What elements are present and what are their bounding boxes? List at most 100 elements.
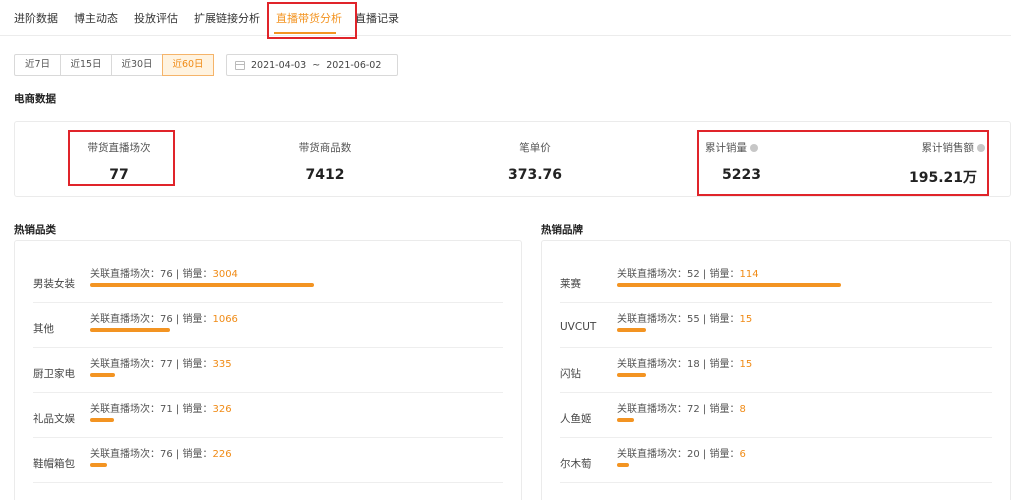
sales-value: 1066	[212, 314, 238, 325]
stat-product-count: 带货商品数 7412	[285, 140, 365, 183]
sales-label: | 销量：	[172, 359, 213, 370]
row-meta: 关联直播场次：77 | 销量：335	[90, 355, 232, 370]
row-name: 莱赛	[560, 278, 581, 290]
sales-label: | 销量：	[699, 449, 740, 460]
hot-categories-title: 热销品类	[14, 224, 56, 236]
row-name: UVCUT	[560, 321, 597, 333]
sessions-label: 关联直播场次：	[90, 314, 160, 325]
highlight-box-sales	[697, 130, 989, 196]
stat-value: 373.76	[507, 167, 563, 183]
sales-label: | 销量：	[172, 269, 213, 280]
brand-row: 莱赛 关联直播场次：52 | 销量：114	[560, 258, 992, 303]
sessions-label: 关联直播场次：	[90, 269, 160, 280]
tab-link-analysis[interactable]: 扩展链接分析	[194, 10, 260, 26]
hot-categories-panel: 男装女装 关联直播场次：76 | 销量：3004 其他 关联直播场次：76 | 销量：…	[14, 240, 522, 500]
date-separator: ~	[312, 59, 321, 71]
brand-row: 尔木萄 关联直播场次：20 | 销量：6	[560, 438, 992, 483]
range-15-days-button[interactable]: 近15日	[60, 54, 112, 76]
highlight-box-tab	[267, 2, 357, 39]
sales-bar	[617, 418, 634, 422]
sales-label: | 销量：	[699, 359, 740, 370]
brand-row: 人鱼姬 关联直播场次：72 | 销量：8	[560, 393, 992, 438]
row-meta: 关联直播场次：55 | 销量：15	[617, 310, 752, 325]
row-name: 其他	[33, 323, 54, 335]
sales-value: 15	[739, 359, 753, 370]
sales-bar	[617, 463, 629, 467]
sales-bar	[617, 283, 841, 287]
tab-blogger-activity[interactable]: 博主动态	[74, 10, 118, 26]
sessions-label: 关联直播场次：	[90, 359, 160, 370]
stat-label: 笔单价	[519, 142, 551, 154]
date-range-selector: 近7日 近15日 近30日 近60日	[14, 54, 214, 76]
sessions-value: 52	[687, 269, 700, 280]
sales-value: 335	[212, 359, 232, 370]
sessions-value: 20	[687, 449, 700, 460]
sessions-label: 关联直播场次：	[617, 404, 687, 415]
sessions-value: 77	[160, 359, 173, 370]
hot-brands-panel: 莱赛 关联直播场次：52 | 销量：114 UVCUT 关联直播场次：55 | 销量：…	[541, 240, 1011, 500]
sales-label: | 销量：	[172, 314, 213, 325]
sales-label: | 销量：	[699, 314, 740, 325]
sessions-label: 关联直播场次：	[617, 314, 687, 325]
row-name: 鞋帽箱包	[33, 458, 75, 470]
row-meta: 关联直播场次：76 | 销量：226	[90, 445, 232, 460]
row-meta: 关联直播场次：76 | 销量：3004	[90, 265, 238, 280]
row-meta: 关联直播场次：20 | 销量：6	[617, 445, 746, 460]
row-name: 人鱼姬	[560, 413, 592, 425]
sessions-label: 关联直播场次：	[617, 359, 687, 370]
row-name: 尔木萄	[560, 458, 592, 470]
stat-value: 7412	[305, 167, 345, 183]
row-meta: 关联直播场次：18 | 销量：15	[617, 355, 752, 370]
sales-bar	[617, 328, 646, 332]
category-row: 礼品文娱 关联直播场次：71 | 销量：326	[33, 393, 503, 438]
sales-label: | 销量：	[172, 449, 213, 460]
tab-live-records[interactable]: 直播记录	[355, 10, 399, 26]
sessions-label: 关联直播场次：	[617, 269, 687, 280]
row-meta: 关联直播场次：71 | 销量：326	[90, 400, 232, 415]
sales-value: 8	[739, 404, 746, 415]
sales-value: 114	[739, 269, 759, 280]
sales-bar	[90, 283, 314, 287]
sessions-label: 关联直播场次：	[617, 449, 687, 460]
hot-brands-title: 热销品牌	[541, 224, 583, 236]
sales-label: | 销量：	[699, 269, 740, 280]
sessions-value: 18	[687, 359, 700, 370]
sales-bar	[90, 373, 115, 377]
ecommerce-section-title: 电商数据	[14, 93, 56, 105]
range-60-days-button[interactable]: 近60日	[162, 54, 214, 76]
row-meta: 关联直播场次：72 | 销量：8	[617, 400, 746, 415]
category-row: 男装女装 关联直播场次：76 | 销量：3004	[33, 258, 503, 303]
row-name: 男装女装	[33, 278, 75, 290]
row-meta: 关联直播场次：76 | 销量：1066	[90, 310, 238, 325]
sessions-label: 关联直播场次：	[90, 404, 160, 415]
brand-row: UVCUT 关联直播场次：55 | 销量：15	[560, 303, 992, 348]
sales-value: 15	[739, 314, 753, 325]
sales-label: | 销量：	[172, 404, 213, 415]
sales-bar	[90, 328, 170, 332]
tab-advanced-data[interactable]: 进阶数据	[14, 10, 58, 26]
category-row: 其他 关联直播场次：76 | 销量：1066	[33, 303, 503, 348]
tab-placement-evaluation[interactable]: 投放评估	[134, 10, 178, 26]
range-30-days-button[interactable]: 近30日	[111, 54, 163, 76]
sales-value: 226	[212, 449, 232, 460]
sessions-label: 关联直播场次：	[90, 449, 160, 460]
sales-bar	[617, 373, 646, 377]
brand-row: 闪钻 关联直播场次：18 | 销量：15	[560, 348, 992, 393]
sessions-value: 55	[687, 314, 700, 325]
row-name: 礼品文娱	[33, 413, 75, 425]
calendar-icon	[235, 60, 245, 70]
sessions-value: 76	[160, 269, 173, 280]
row-name: 闪钻	[560, 368, 581, 380]
row-meta: 关联直播场次：52 | 销量：114	[617, 265, 759, 280]
range-7-days-button[interactable]: 近7日	[14, 54, 61, 76]
date-range-picker[interactable]: 2021-04-03 ~ 2021-06-02	[226, 54, 398, 76]
date-start: 2021-04-03	[251, 59, 307, 71]
sessions-value: 76	[160, 314, 173, 325]
stat-label: 带货商品数	[298, 142, 352, 154]
top-tab-bar: 进阶数据 博主动态 投放评估 扩展链接分析 直播带货分析 直播记录	[0, 0, 1011, 36]
sales-value: 6	[739, 449, 746, 460]
sessions-value: 76	[160, 449, 173, 460]
category-row: 鞋帽箱包 关联直播场次：76 | 销量：226	[33, 438, 503, 483]
highlight-box-sessions	[68, 130, 175, 186]
sales-label: | 销量：	[699, 404, 740, 415]
